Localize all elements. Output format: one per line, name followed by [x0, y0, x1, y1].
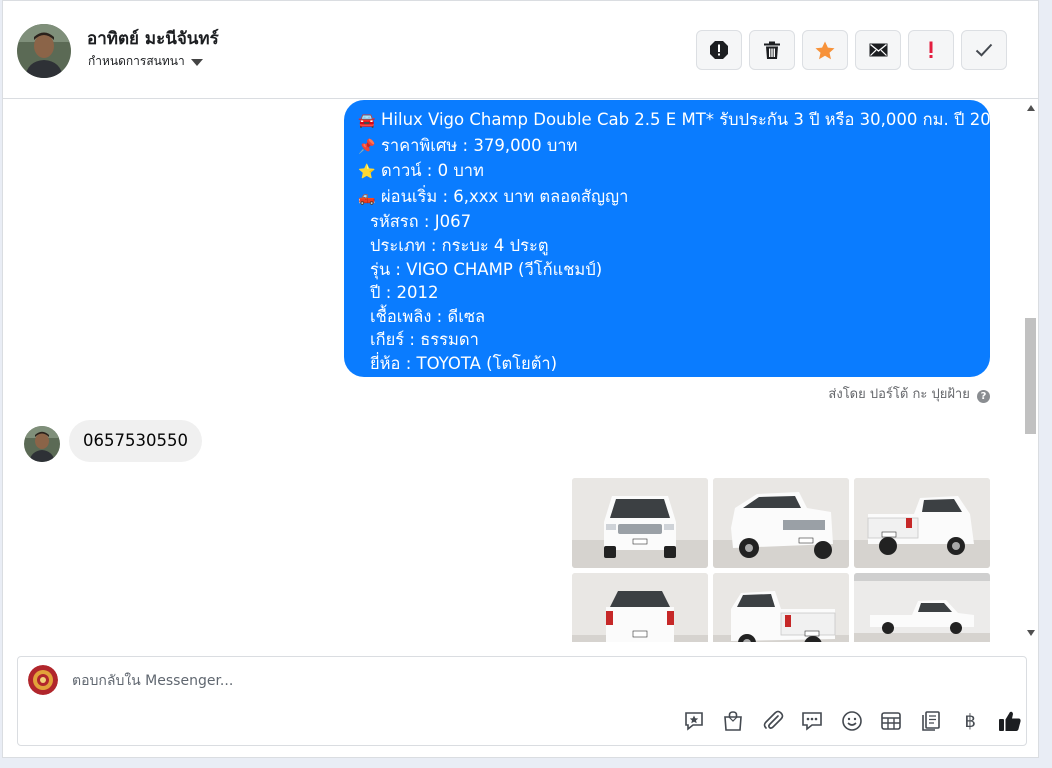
notes-icon: [921, 711, 940, 731]
car-photo[interactable]: [713, 573, 849, 642]
follow-up-button[interactable]: [908, 30, 954, 70]
contact-avatar[interactable]: [17, 24, 71, 78]
car-brand-text: ยี่ห้อ : TOYOTA (โตโยต้า): [370, 353, 558, 373]
car-photo[interactable]: [572, 573, 708, 642]
thumbs-up-icon: [998, 711, 1021, 731]
car-year-text: ปี : 2012: [370, 283, 439, 303]
conversation-panel: อาทิตย์ มะนีจันทร์ กำหนดการสนทนา 🚘 Hilux…: [2, 0, 1039, 758]
star-button[interactable]: [802, 30, 848, 70]
saved-reply-icon: [684, 712, 703, 731]
window-edge: [1039, 0, 1052, 758]
message-line: 🚘 Hilux Vigo Champ Double Cab 2.5 E MT* ร…: [357, 108, 1011, 134]
reply-composer: ฿: [17, 656, 1027, 746]
down-payment-text: ดาวน์ : 0 บาท: [381, 161, 484, 181]
car-photo[interactable]: [854, 573, 990, 642]
chevron-down-icon: [190, 59, 203, 66]
saved-reply-button[interactable]: [674, 708, 714, 734]
conversation-settings-label: กำหนดการสนทนา: [88, 54, 185, 68]
photo-attachments: [572, 478, 990, 642]
shop-button[interactable]: [714, 708, 754, 734]
car-photo[interactable]: [572, 478, 708, 568]
chat-bubbles-icon: [802, 712, 823, 731]
alert-circle-icon: [710, 41, 728, 59]
envelope-icon: [869, 43, 887, 57]
quick-replies-button[interactable]: [793, 708, 833, 734]
incoming-message-bubble[interactable]: 0657530550: [69, 420, 202, 462]
message-line: 🛻 ผ่อนเริ่ม : 6,xxx บาท ตลอดสัญญา: [357, 185, 978, 211]
composer-toolbar: ฿: [674, 708, 1030, 734]
car-code-text: รหัสรถ : J067: [370, 212, 472, 232]
notes-button[interactable]: [911, 708, 951, 734]
car-title-text: Hilux Vigo Champ Double Cab 2.5 E MT* รั…: [381, 110, 1012, 129]
car-model-text: รุ่น : VIGO CHAMP (วีโก้แชมป์): [370, 259, 603, 279]
message-line: ⭐ ดาวน์ : 0 บาท: [357, 159, 978, 185]
contact-name[interactable]: อาทิตย์ มะนีจันทร์: [87, 25, 219, 52]
scroll-down-icon[interactable]: [1027, 630, 1035, 636]
installment-text: ผ่อนเริ่ม : 6,xxx บาท ตลอดสัญญา: [381, 186, 629, 206]
mark-spam-button[interactable]: [696, 30, 742, 70]
car-photo[interactable]: [713, 478, 849, 568]
car-fuel-text: เชื้อเพลิง : ดีเซล: [370, 306, 486, 326]
conversation-header: อาทิตย์ มะนีจันทร์ กำหนดการสนทนา: [3, 1, 1038, 99]
page-avatar: [28, 665, 58, 695]
car-icon: 🚘: [358, 113, 376, 129]
table-icon: [881, 712, 902, 730]
car-gear-text: เกียร์ : ธรรมดา: [370, 330, 479, 350]
price-text: ราคาพิเศษ : 379,000 บาท: [381, 135, 578, 155]
star-emoji-icon: ⭐: [358, 164, 376, 181]
car-type-text: ประเภท : กระบะ 4 ประตู: [370, 235, 549, 255]
thread-scrollbar[interactable]: [1023, 100, 1038, 642]
like-button[interactable]: [990, 708, 1030, 734]
paperclip-icon: [763, 710, 784, 729]
payment-button[interactable]: ฿: [951, 708, 991, 734]
exclamation-icon: [929, 41, 933, 58]
car-photo[interactable]: [854, 478, 990, 568]
message-line: 📌 ราคาพิเศษ : 379,000 บาท: [357, 134, 978, 160]
info-icon[interactable]: ?: [977, 390, 990, 403]
contact-avatar-small[interactable]: [24, 426, 60, 462]
scrollbar-thumb[interactable]: [1025, 318, 1036, 434]
star-icon: [815, 41, 835, 59]
attach-file-button[interactable]: [753, 708, 793, 734]
conversation-actions: [696, 30, 1007, 70]
mark-unread-button[interactable]: [855, 30, 901, 70]
table-button[interactable]: [872, 708, 912, 734]
smiley-icon: [841, 711, 862, 731]
conversation-settings-dropdown[interactable]: กำหนดการสนทนา: [88, 52, 203, 71]
check-icon: [975, 43, 993, 57]
outgoing-message-bubble[interactable]: 🚘 Hilux Vigo Champ Double Cab 2.5 E MT* ร…: [344, 100, 1012, 377]
emoji-button[interactable]: [832, 708, 872, 734]
pickup-truck-icon: 🛻: [358, 189, 376, 206]
message-thread[interactable]: 🚘 Hilux Vigo Champ Double Cab 2.5 E MT* ร…: [3, 100, 1023, 642]
sent-by-text: ส่งโดย ปอร์โต้ กะ ปุยฝ้าย: [828, 387, 970, 402]
mark-done-button[interactable]: [961, 30, 1007, 70]
sent-by-label: ส่งโดย ปอร์โต้ กะ ปุยฝ้าย ?: [703, 383, 990, 404]
scroll-up-icon[interactable]: [1027, 105, 1035, 111]
shopping-bag-icon: [724, 711, 743, 731]
trash-icon: [764, 41, 780, 59]
baht-icon: ฿: [964, 710, 976, 732]
reply-input[interactable]: [72, 669, 672, 693]
pin-icon: 📌: [358, 138, 376, 155]
delete-button[interactable]: [749, 30, 795, 70]
